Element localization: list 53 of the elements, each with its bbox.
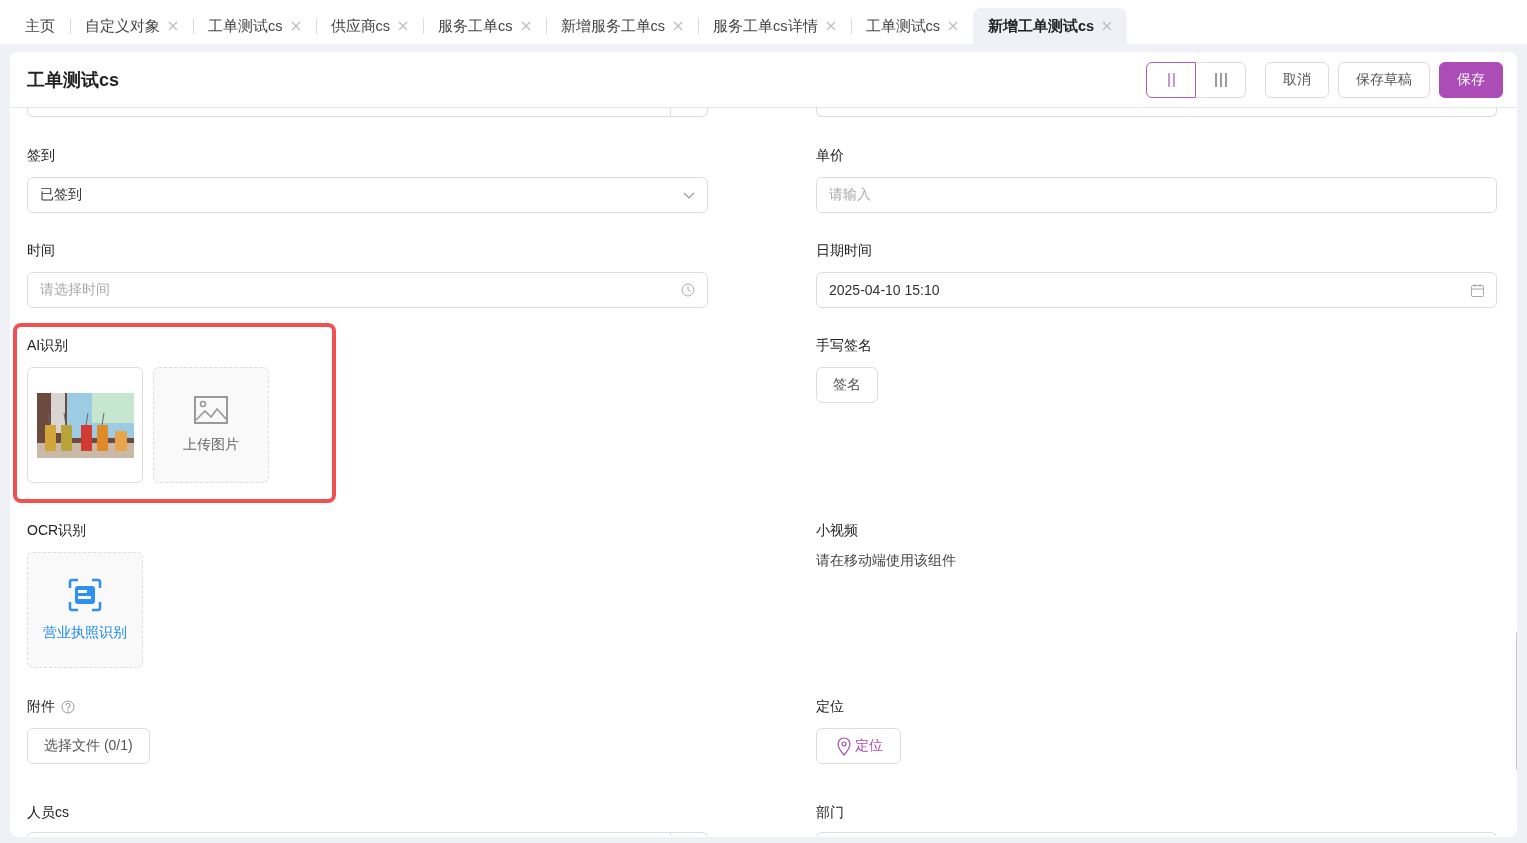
hint-text: 请在移动端使用该组件 xyxy=(816,552,957,570)
field-label: AI识别 xyxy=(27,337,69,355)
action-button[interactable]: 保存草稿 xyxy=(1338,61,1430,98)
field-label: 时间 xyxy=(27,242,55,260)
field-label: 签到 xyxy=(27,147,55,165)
input-field[interactable] xyxy=(27,108,708,117)
three-columns-icon xyxy=(1214,72,1227,87)
tab[interactable]: 服务工单cs详情 xyxy=(698,8,851,44)
scan-card-icon xyxy=(68,578,102,612)
close-icon[interactable] xyxy=(398,21,408,31)
clock-icon xyxy=(681,283,695,297)
close-icon[interactable] xyxy=(520,21,531,31)
close-icon[interactable] xyxy=(1102,21,1113,31)
field-label: 手写签名 xyxy=(816,337,872,355)
datetime-field[interactable]: 2025-04-10 15:10 xyxy=(816,272,1497,308)
close-icon[interactable] xyxy=(290,21,301,31)
tab[interactable]: 工单测试cs xyxy=(193,8,316,44)
close-icon[interactable] xyxy=(673,21,683,31)
tab[interactable]: 工单测试cs xyxy=(850,8,973,44)
select-field[interactable]: 已签到 xyxy=(27,177,708,213)
field-label: 单价 xyxy=(816,147,844,165)
field-label: 定位 xyxy=(816,698,844,716)
tab[interactable]: 服务工单cs xyxy=(423,8,546,44)
location-pin-icon xyxy=(837,736,851,756)
tab[interactable]: 新增服务工单cs xyxy=(545,8,698,44)
ocr-button[interactable]: 营业执照识别 xyxy=(27,552,143,668)
image-thumbnail[interactable] xyxy=(27,367,143,483)
choose-file-button[interactable]: 选择文件 (0/1) xyxy=(27,728,150,764)
action-button[interactable]: 取消 xyxy=(1265,61,1329,98)
close-icon[interactable] xyxy=(168,21,178,31)
image-icon xyxy=(194,396,228,424)
field-label: 日期时间 xyxy=(816,242,872,260)
input-field[interactable] xyxy=(816,108,1497,117)
close-icon[interactable] xyxy=(948,21,958,31)
page-title: 工单测试cs xyxy=(27,68,121,92)
close-icon[interactable] xyxy=(825,21,836,31)
layout-toggle[interactable] xyxy=(1146,61,1196,98)
location-button[interactable]: 定位 xyxy=(816,728,901,764)
upload-button[interactable]: 上传图片 xyxy=(153,367,269,483)
field-label: 部门 xyxy=(816,804,844,822)
field-label: 附件 xyxy=(27,698,55,716)
calendar-icon xyxy=(1471,283,1484,297)
tab[interactable]: 新增工单测试cs xyxy=(973,8,1128,44)
tab[interactable]: 主页 xyxy=(10,8,70,44)
two-columns-icon xyxy=(1167,72,1175,87)
sign-button[interactable]: 签名 xyxy=(816,367,878,403)
field-label: OCR识别 xyxy=(27,522,87,540)
tab[interactable]: 供应商cs xyxy=(315,8,423,44)
field-label: 小视频 xyxy=(816,522,858,540)
chevron-down-icon xyxy=(683,191,695,199)
save-button[interactable]: 保存 xyxy=(1439,61,1503,98)
tab[interactable]: 自定义对象 xyxy=(70,8,193,44)
field-label: 人员cs xyxy=(27,804,69,822)
